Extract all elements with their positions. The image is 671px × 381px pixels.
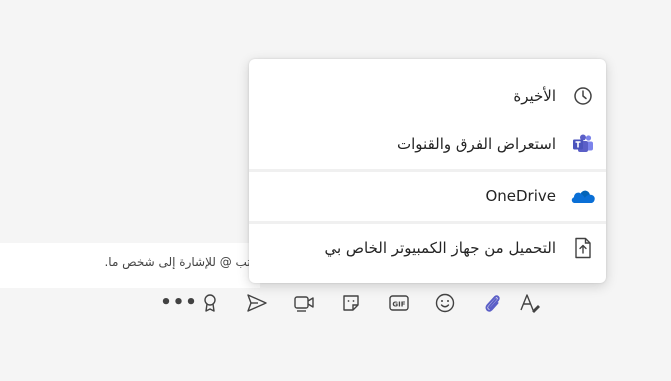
gif-icon-text: GIF	[392, 300, 405, 308]
emoji-icon	[435, 293, 455, 313]
teams-icon	[570, 131, 596, 157]
menu-item-label: التحميل من جهاز الكمبيوتر الخاص بي	[324, 239, 556, 257]
attach-icon	[485, 295, 500, 312]
gif-button[interactable]: GIF	[384, 290, 414, 316]
schedule-send-button[interactable]	[242, 290, 272, 316]
more-options-icon: •••	[160, 292, 198, 313]
upload-icon	[570, 235, 596, 261]
praise-button[interactable]	[195, 290, 225, 316]
menu-item-browse-teams[interactable]: استعراض الفرق والقنوات	[249, 120, 606, 168]
gif-icon: GIF	[389, 295, 409, 311]
sticker-button[interactable]	[336, 290, 366, 316]
menu-item-label: OneDrive	[485, 187, 556, 205]
more-options-button[interactable]: •••	[160, 290, 197, 316]
meet-now-icon	[294, 296, 314, 312]
menu-item-recent[interactable]: الأخيرة	[249, 72, 606, 120]
menu-item-label: استعراض الفرق والقنوات	[397, 135, 556, 153]
attach-button[interactable]	[477, 290, 507, 316]
menu-item-label: الأخيرة	[513, 87, 556, 105]
sticker-icon	[343, 295, 359, 311]
menu-item-onedrive[interactable]: OneDrive	[249, 172, 606, 220]
menu-item-upload[interactable]: التحميل من جهاز الكمبيوتر الخاص بي	[249, 224, 606, 272]
format-icon	[520, 294, 540, 313]
send-schedule-icon	[247, 294, 267, 312]
clock-icon	[570, 83, 596, 109]
compose-placeholder: اكتب @ للإشارة إلى شخص ما.	[104, 255, 260, 269]
attach-menu: الأخيرة استعراض الفرق والقنوات OneDrive	[249, 59, 606, 283]
format-button[interactable]	[516, 290, 546, 316]
praise-icon	[204, 294, 216, 312]
meet-now-button[interactable]	[289, 290, 319, 316]
compose-box[interactable]: اكتب @ للإشارة إلى شخص ما.	[0, 243, 260, 288]
onedrive-icon	[570, 183, 596, 209]
emoji-button[interactable]	[430, 290, 460, 316]
